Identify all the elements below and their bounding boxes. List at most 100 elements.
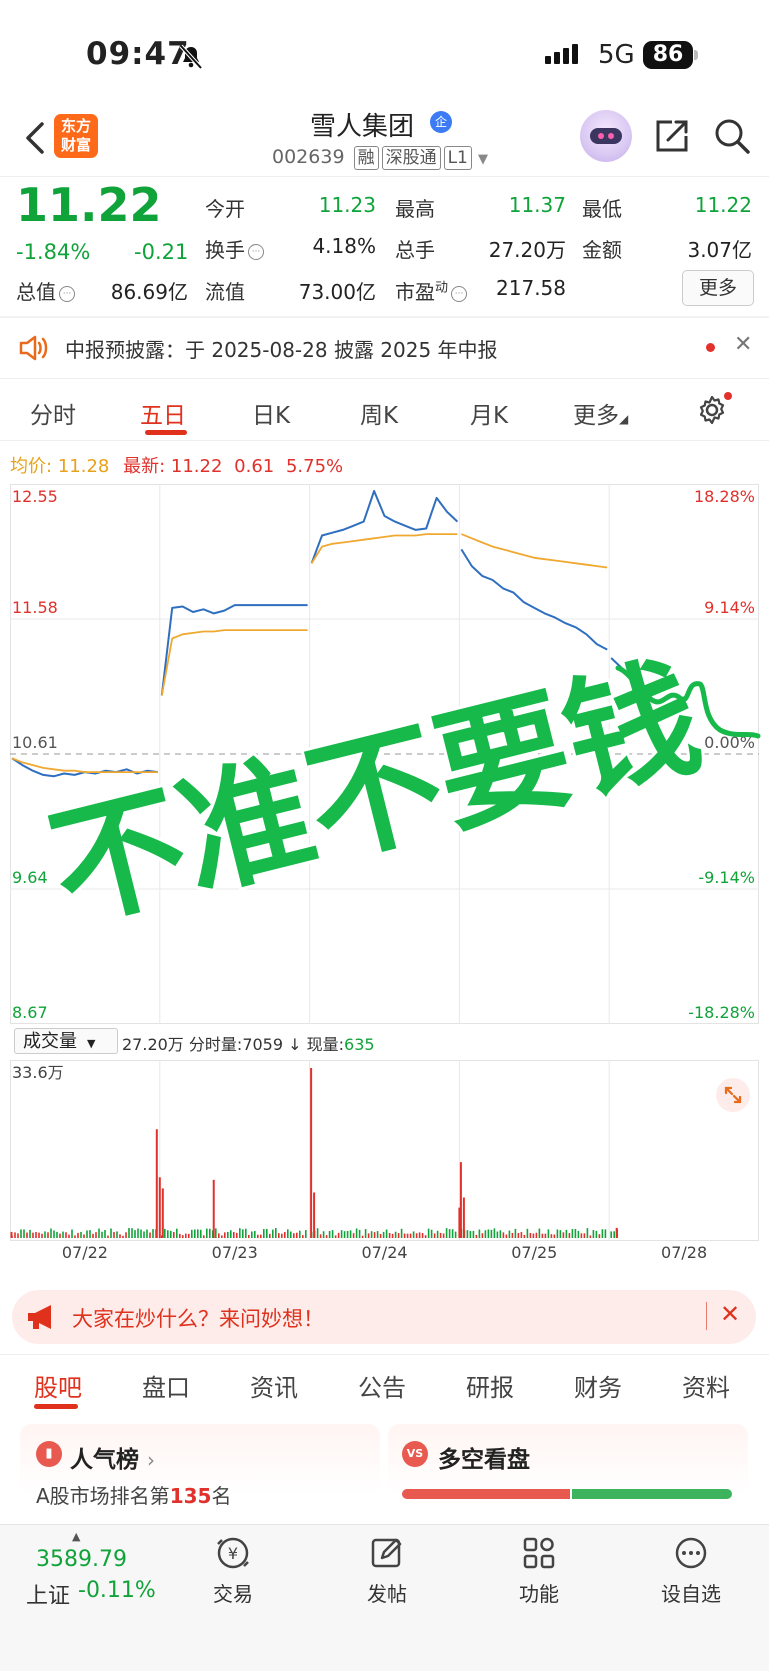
tab-financials[interactable]: 财务: [574, 1368, 622, 1403]
announcement-text[interactable]: 中报预披露：于 2025-08-28 披露 2025 年中报: [65, 334, 498, 363]
volume-info: 27.20万 分时量:7059 ↓ 现量:635: [122, 1035, 375, 1054]
tab-intraday[interactable]: 分时: [30, 396, 76, 430]
pe-value: 217.58: [496, 276, 566, 300]
banner-separator: [706, 1302, 707, 1330]
popularity-card[interactable]: [20, 1424, 380, 1524]
index-name[interactable]: 上证: [26, 1578, 70, 1610]
trade-icon: ¥: [217, 1537, 249, 1569]
average-price-line-series: [310, 533, 458, 564]
banner-text[interactable]: 大家在炒什么？来问妙想！: [72, 1303, 324, 1333]
more-icon: [675, 1537, 707, 1569]
tab-daily-k[interactable]: 日K: [252, 396, 290, 430]
status-bar: 09:47 5G 86: [0, 0, 769, 110]
popularity-title[interactable]: 人气榜 ›: [70, 1440, 155, 1474]
average-price-line-series: [461, 533, 608, 569]
tab-forum[interactable]: 股吧: [34, 1368, 82, 1403]
tab-profile[interactable]: 资料: [682, 1368, 730, 1403]
bell-muted-icon: [179, 44, 203, 70]
active-tab-indicator: [34, 1404, 78, 1409]
divider: [0, 1354, 769, 1355]
expand-icon[interactable]: [716, 1078, 750, 1112]
low-value: 11.22: [694, 193, 752, 217]
x-date-label: 07/23: [212, 1243, 258, 1262]
x-date-label: 07/28: [661, 1243, 707, 1262]
tab-five-day[interactable]: 五日: [140, 396, 186, 430]
stock-code: 002639: [272, 146, 345, 168]
battery-tip: [694, 50, 698, 60]
close-icon[interactable]: ✕: [720, 1300, 740, 1328]
edit-icon: [371, 1538, 402, 1568]
up-caret-icon: ▲: [72, 1530, 81, 1543]
info-icon: ···: [248, 243, 264, 260]
divider: [0, 176, 769, 177]
stock-code-row[interactable]: 002639 融深股通 L1: [272, 146, 472, 170]
y-tick-right: 9.14%: [704, 598, 755, 617]
y-tick-left: 8.67: [12, 1003, 48, 1022]
overlay-text: 不准不要钱: [36, 640, 714, 949]
bull-bear-card[interactable]: [388, 1424, 748, 1524]
pe-label[interactable]: 市盈动 ···: [395, 276, 468, 305]
bull-bear-title: 多空看盘: [438, 1447, 530, 1473]
tab-monthly-k[interactable]: 月K: [470, 396, 508, 430]
grid-icon: [523, 1537, 555, 1569]
y-tick-left: 12.55: [12, 487, 58, 506]
settings-gear-icon[interactable]: [696, 394, 728, 426]
index-change[interactable]: -0.11%: [78, 1578, 156, 1603]
stock-connect-tag: 深股通: [381, 146, 441, 170]
clock: 09:47: [86, 36, 190, 72]
market-cap-label[interactable]: 总值 ···: [16, 276, 75, 305]
share-icon[interactable]: [652, 116, 692, 156]
nav-functions[interactable]: 功能: [494, 1534, 584, 1607]
signal-icon: [545, 44, 581, 64]
app-logo: 东方 财富: [54, 114, 98, 158]
active-tab-indicator: [145, 430, 187, 435]
x-date-label: 07/22: [62, 1243, 108, 1262]
tab-notices[interactable]: 公告: [358, 1368, 406, 1403]
speaker-icon: [19, 335, 48, 361]
more-button[interactable]: 更多: [682, 270, 754, 306]
battery-icon: 86: [643, 41, 693, 69]
volume-label: 总手: [395, 238, 435, 262]
amount-label: 金额: [582, 238, 622, 262]
dropdown-caret-icon[interactable]: ▼: [478, 152, 488, 167]
volume-value: 27.20万: [488, 238, 566, 262]
indicator-select[interactable]: 成交量 ▼: [14, 1028, 118, 1054]
index-value[interactable]: 3589.79: [36, 1547, 127, 1572]
tab-news[interactable]: 资讯: [250, 1368, 298, 1403]
volume-chart[interactable]: 33.6万 07/22 07/23 07/24 07/25 07/28: [10, 1060, 759, 1280]
notification-dot: [724, 392, 732, 400]
tab-orderbook[interactable]: 盘口: [142, 1368, 190, 1403]
turnover-label[interactable]: 换手 ···: [205, 234, 264, 263]
high-label: 最高: [395, 197, 435, 221]
divider: [0, 440, 769, 441]
chart-icon: ▮: [36, 1441, 62, 1467]
tab-more[interactable]: 更多◢: [573, 396, 628, 430]
nav-post[interactable]: 发帖: [342, 1534, 432, 1607]
float-cap-value: 73.00亿: [298, 280, 376, 304]
stock-name: 雪人集团: [310, 112, 415, 142]
x-date-label: 07/24: [361, 1243, 407, 1262]
tab-weekly-k[interactable]: 周K: [360, 396, 398, 430]
nav-trade[interactable]: ¥ 交易: [188, 1534, 278, 1607]
search-icon[interactable]: [712, 116, 752, 156]
turnover-value: 4.18%: [312, 234, 376, 258]
vs-icon: VS: [402, 1441, 428, 1467]
back-arrow-icon[interactable]: [22, 118, 50, 158]
assistant-avatar[interactable]: [580, 110, 632, 162]
low-label: 最低: [582, 197, 622, 221]
divider: [0, 316, 769, 318]
high-value: 11.37: [508, 193, 566, 217]
nav-watchlist[interactable]: 设自选: [646, 1534, 736, 1607]
average-price-line: 均价: 11.28 最新: 11.22 0.61 5.75%: [10, 456, 344, 477]
float-cap-label: 流值: [205, 280, 245, 304]
level-tag: L1: [443, 146, 472, 170]
tab-research[interactable]: 研报: [466, 1368, 514, 1403]
megaphone-icon: [28, 1305, 51, 1329]
open-label: 今开: [205, 197, 245, 221]
close-icon[interactable]: ✕: [734, 332, 752, 357]
unread-dot: [706, 343, 715, 352]
price-line: [310, 490, 459, 564]
volume-frame: [10, 1060, 759, 1241]
market-cap-value: 86.69亿: [110, 280, 188, 304]
bullish-ratio-bar: [402, 1489, 570, 1499]
